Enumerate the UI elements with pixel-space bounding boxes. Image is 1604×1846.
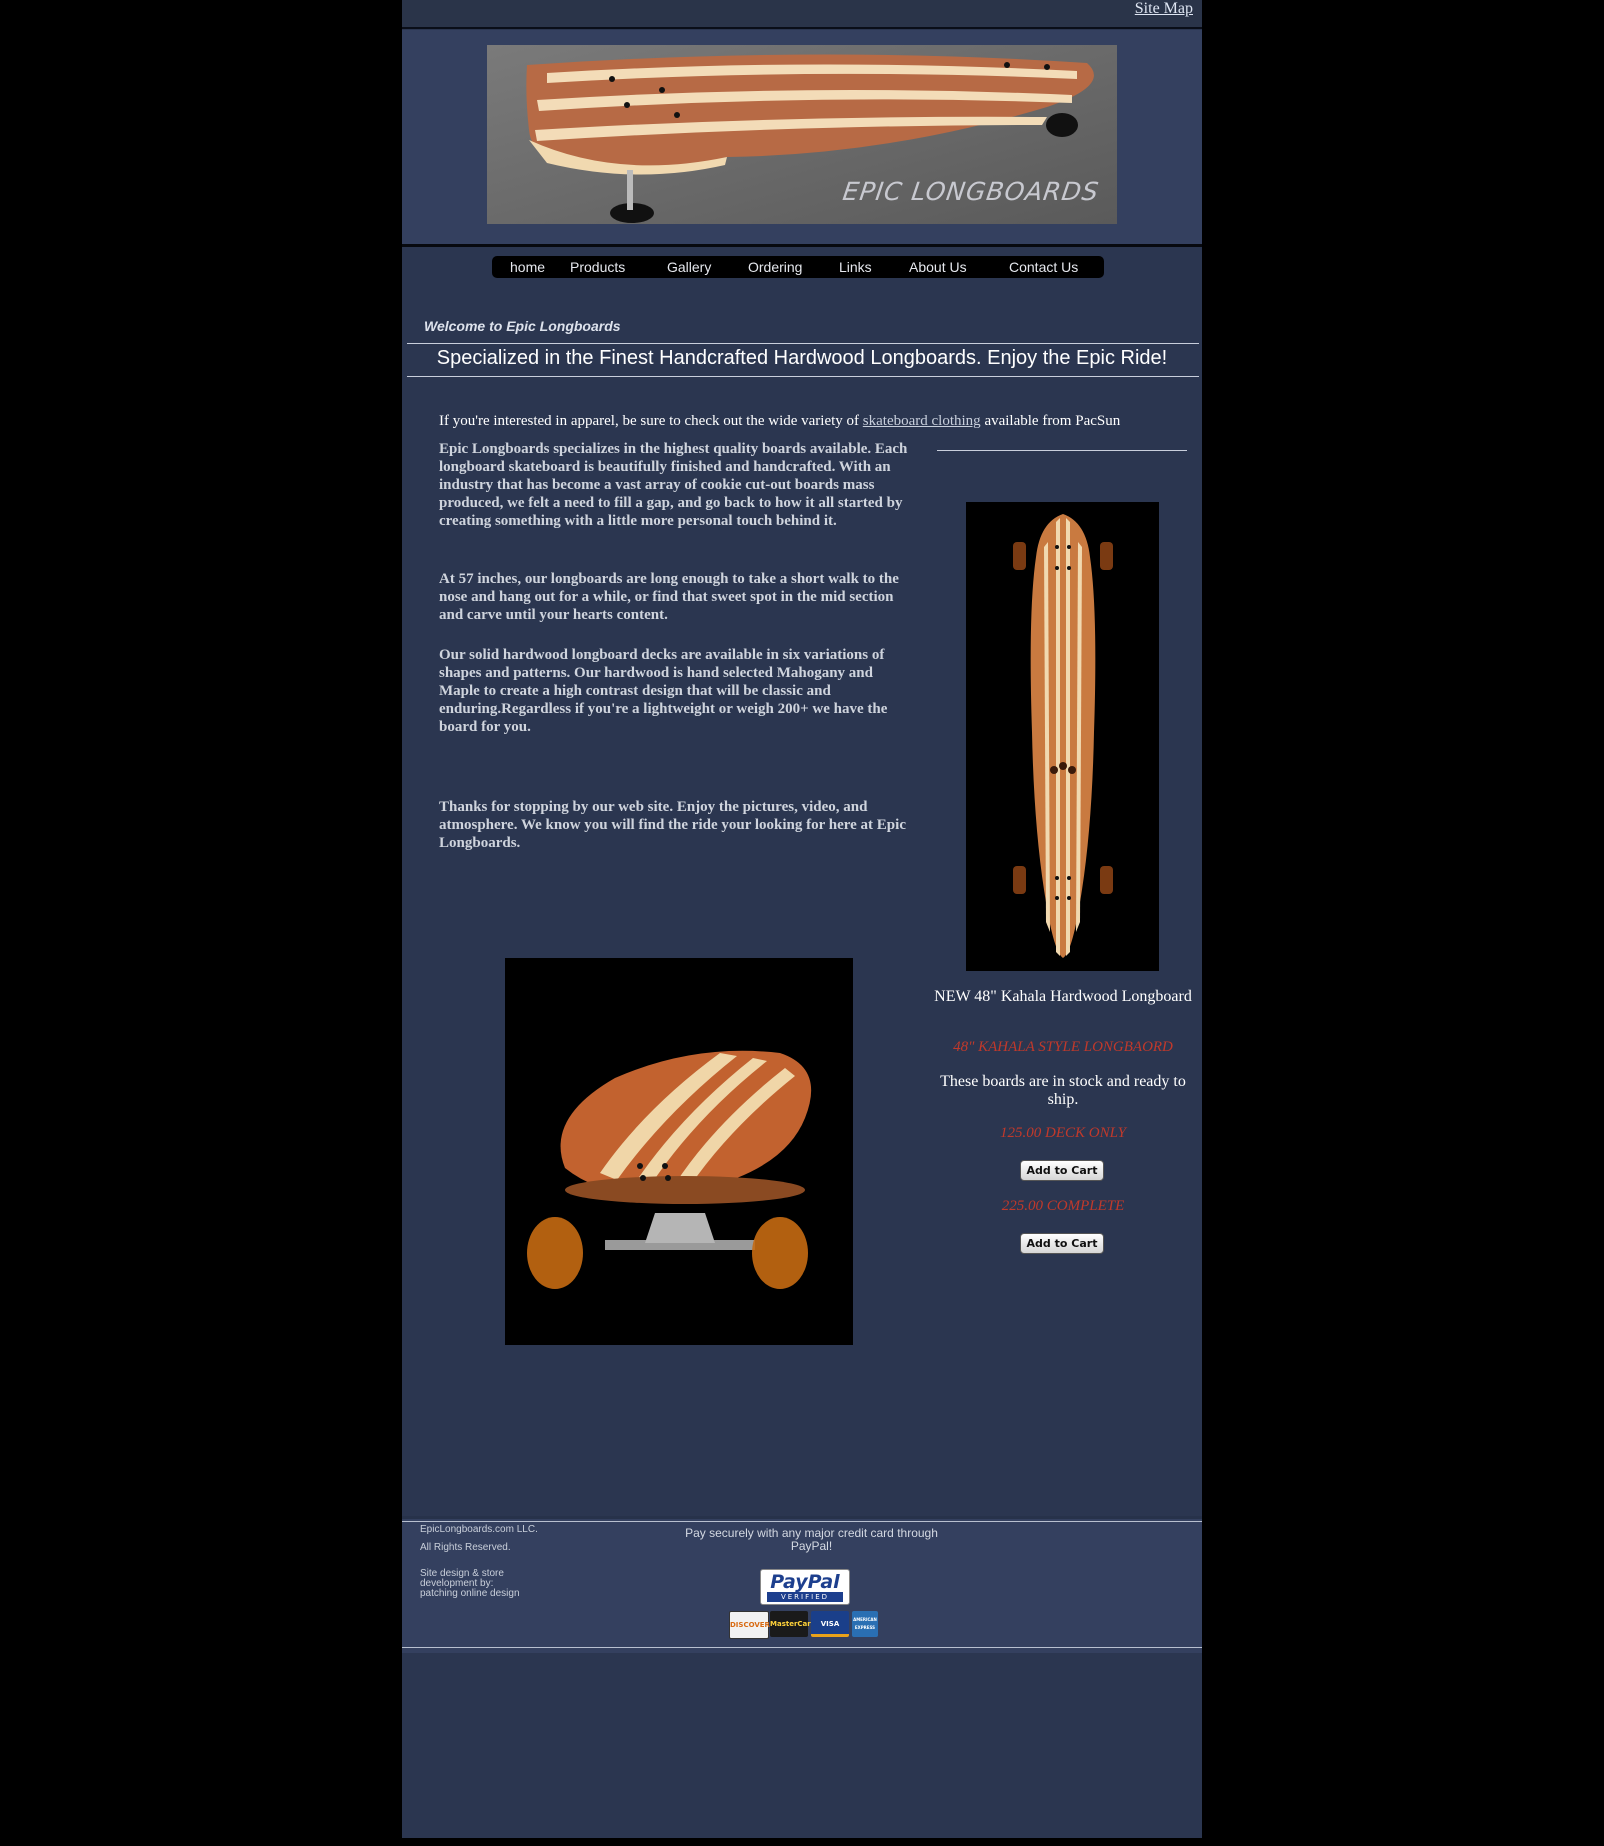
apparel-notice: If you're interested in apparel, be sure… bbox=[439, 413, 1199, 430]
divider bbox=[937, 450, 1187, 451]
longboard-trucks-photo bbox=[505, 958, 853, 1345]
price-deck-only: 125.00 DECK ONLY bbox=[1000, 1125, 1126, 1141]
welcome-heading: Welcome to Epic Longboards bbox=[424, 318, 621, 334]
tagline: Specialized in the Finest Handcrafted Ha… bbox=[436, 347, 1168, 369]
price-complete: 225.00 COMPLETE bbox=[1001, 1198, 1125, 1214]
apparel-suffix: available from PacSun bbox=[980, 413, 1121, 429]
materials-paragraph: Our solid hardwood longboard decks are a… bbox=[439, 647, 888, 735]
nav-products[interactable]: Products bbox=[570, 259, 625, 275]
paypal-verified-label: VERIFIED bbox=[767, 1592, 843, 1602]
nav-links[interactable]: Links bbox=[839, 259, 872, 275]
length-paragraph: At 57 inches, our longboards are long en… bbox=[439, 571, 899, 623]
divider bbox=[407, 376, 1199, 377]
apparel-prefix: If you're interested in apparel, be sure… bbox=[439, 413, 863, 429]
paypal-logo-text: PayPal bbox=[770, 1571, 840, 1593]
thanks-paragraph: Thanks for stopping by our web site. Enj… bbox=[439, 799, 906, 851]
divider bbox=[402, 1521, 1202, 1522]
skateboard-clothing-link[interactable]: skateboard clothing bbox=[863, 413, 981, 429]
main-nav: home Products Gallery Ordering Links Abo… bbox=[492, 256, 1104, 278]
site-map-link[interactable]: Site Map bbox=[1135, 0, 1193, 18]
nav-about-us[interactable]: About Us bbox=[909, 259, 967, 275]
banner-caption: EPIC LONGBOARDS bbox=[840, 177, 1102, 206]
add-to-cart-complete-button[interactable]: Add to Cart bbox=[1020, 1233, 1104, 1254]
nav-ordering[interactable]: Ordering bbox=[748, 259, 802, 275]
header: EPIC LONGBOARDS bbox=[402, 30, 1202, 247]
product-style: 48" KAHALA STYLE LONGBAORD bbox=[953, 1039, 1173, 1055]
rights-text: All Rights Reserved. bbox=[420, 1542, 511, 1553]
divider bbox=[407, 343, 1199, 344]
payment-notice: Pay securely with any major credit card … bbox=[685, 1526, 938, 1553]
nav-home[interactable]: home bbox=[510, 259, 545, 275]
add-to-cart-deck-button[interactable]: Add to Cart bbox=[1020, 1160, 1104, 1181]
designer-link[interactable]: patching online design bbox=[420, 1589, 520, 1599]
nav-contact-us[interactable]: Contact Us bbox=[1009, 259, 1078, 275]
visa-card-icon: VISA bbox=[811, 1611, 849, 1637]
divider bbox=[402, 1647, 1202, 1648]
discover-card-icon: DISCOVER bbox=[729, 1611, 770, 1639]
top-bar: Site Map bbox=[402, 0, 1202, 29]
nav-gallery[interactable]: Gallery bbox=[667, 259, 711, 275]
stock-notice: These boards are in stock and ready to s… bbox=[940, 1073, 1186, 1108]
company-name: EpicLongboards.com LLC. bbox=[420, 1524, 538, 1535]
page-container: Site Map EPIC LONGBOARDS home Products G… bbox=[402, 0, 1202, 1838]
product-title: NEW 48" Kahala Hardwood Longboard bbox=[934, 988, 1192, 1005]
banner-image: EPIC LONGBOARDS bbox=[487, 45, 1117, 224]
intro-paragraph: Epic Longboards specializes in the highe… bbox=[439, 441, 908, 529]
paypal-verified-badge[interactable]: PayPal VERIFIED bbox=[760, 1569, 850, 1605]
kahala-board-photo bbox=[966, 502, 1159, 971]
mastercard-icon: MasterCard bbox=[770, 1611, 816, 1637]
amex-card-icon: AMERICAN EXPRESS bbox=[852, 1611, 878, 1637]
